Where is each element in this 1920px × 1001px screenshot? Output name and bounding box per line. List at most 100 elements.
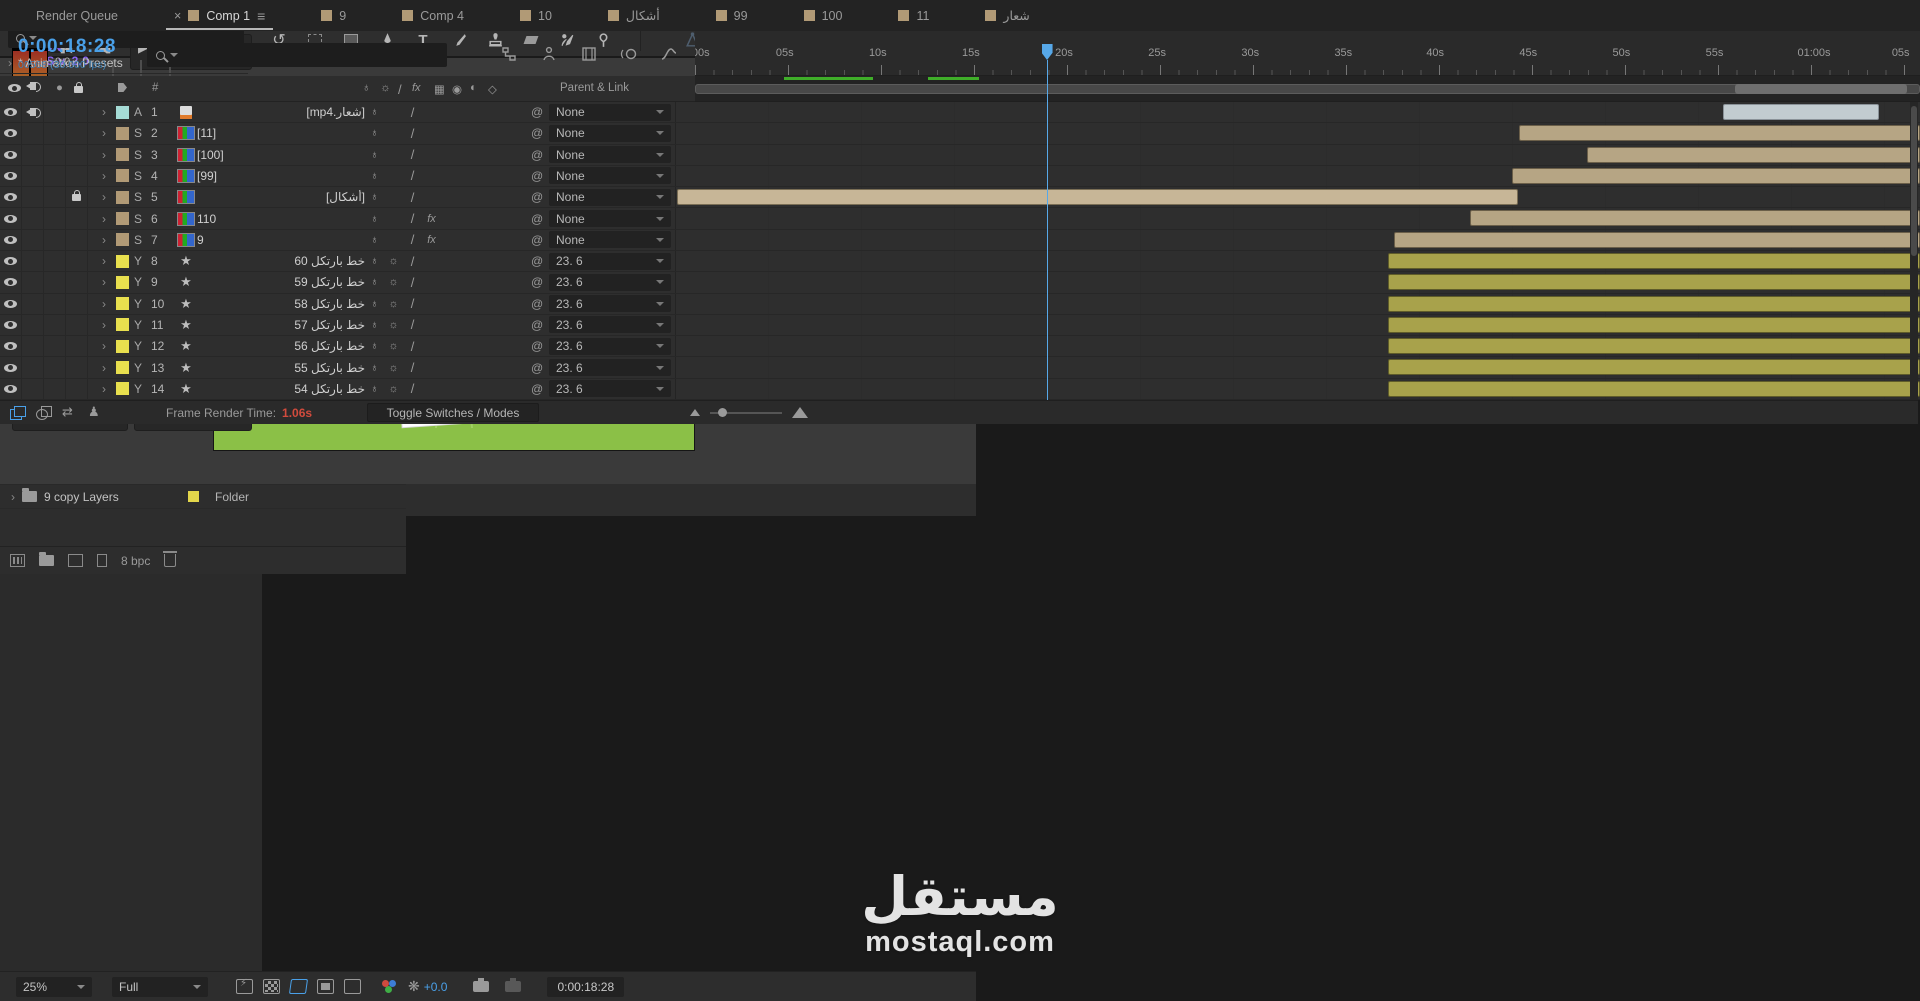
expand-chevron[interactable]	[96, 318, 112, 332]
timeline-tab[interactable]: Comp 4	[402, 0, 464, 31]
label-swatch[interactable]	[188, 491, 199, 502]
label-swatch[interactable]	[116, 233, 129, 247]
collapse-icon[interactable]	[365, 298, 384, 310]
shy-icon[interactable]	[384, 276, 403, 288]
parent-dropdown[interactable]: 23. 6	[549, 316, 671, 334]
threed-column-icon[interactable]: ◇	[488, 82, 497, 96]
collapse-icon[interactable]	[365, 383, 384, 395]
quality-icon[interactable]	[403, 254, 422, 269]
resolution-dropdown[interactable]: Full	[112, 976, 208, 997]
parent-dropdown[interactable]: 23. 6	[549, 273, 671, 291]
collapse-icon[interactable]	[365, 127, 384, 139]
collapse-icon[interactable]	[365, 170, 384, 182]
layer-duration-bar[interactable]	[1519, 125, 1920, 142]
layer-name[interactable]: [أشكال]	[197, 190, 365, 204]
collapse-icon[interactable]	[365, 106, 384, 118]
layer-name[interactable]: خط بارتكل 54	[197, 382, 365, 396]
playhead-line[interactable]	[1046, 60, 1049, 400]
pickwhip-icon[interactable]	[531, 361, 549, 375]
layer-name[interactable]: خط بارتكل 55	[197, 361, 365, 375]
collapse-icon[interactable]	[365, 340, 384, 352]
layer-name[interactable]: 110	[197, 212, 365, 226]
quality-icon[interactable]	[403, 105, 422, 120]
close-icon[interactable]	[174, 9, 181, 23]
table-row[interactable]: A 1 [شعار.mp4] None	[0, 102, 1920, 124]
auto-keyframe-icon[interactable]	[62, 404, 78, 420]
composition-flowchart-icon[interactable]	[500, 45, 518, 63]
layer-duration-bar[interactable]	[1723, 104, 1879, 120]
timeline-tab[interactable]: 99	[715, 0, 748, 31]
parent-dropdown[interactable]: None	[549, 231, 671, 249]
eye-icon[interactable]	[4, 278, 17, 287]
label-swatch[interactable]	[116, 318, 129, 332]
layer-duration-bar[interactable]	[1387, 380, 1920, 397]
pickwhip-icon[interactable]	[531, 105, 549, 119]
shy-icon[interactable]	[384, 298, 403, 310]
label-swatch[interactable]	[116, 212, 129, 226]
shy-icon[interactable]	[384, 340, 403, 352]
expand-chevron[interactable]	[96, 105, 112, 119]
collapse-icon[interactable]	[365, 213, 384, 225]
mask-visibility-icon[interactable]	[317, 979, 334, 994]
eye-icon[interactable]	[4, 108, 17, 117]
table-row[interactable]: Y 9 خط بارتكل 59 23. 6	[0, 272, 1920, 294]
tag-icon[interactable]	[118, 83, 127, 95]
adjustment-column-icon[interactable]: ◐	[470, 82, 477, 94]
project-bit-depth[interactable]: 8 bpc	[121, 554, 150, 568]
eye-icon[interactable]	[4, 363, 17, 372]
label-swatch[interactable]	[116, 254, 129, 268]
eye-icon[interactable]	[4, 320, 17, 329]
layer-name[interactable]: خط بارتكل 57	[197, 318, 365, 332]
zoom-in-icon[interactable]	[792, 407, 808, 418]
layer-duration-bar[interactable]	[1387, 274, 1920, 291]
current-time-display[interactable]: 0:00:18:28	[18, 36, 116, 58]
table-row[interactable]: S 7 9 None	[0, 229, 1920, 251]
lock-column-icon[interactable]	[74, 82, 83, 96]
layer-duration-bar[interactable]	[1469, 210, 1920, 227]
layer-duration-bar[interactable]	[1387, 252, 1920, 269]
quality-icon[interactable]	[403, 381, 422, 396]
navigator-view-segment[interactable]	[1735, 84, 1907, 94]
shy-icon[interactable]	[384, 319, 403, 331]
eye-icon[interactable]	[4, 342, 17, 351]
label-swatch[interactable]	[116, 190, 129, 204]
parent-dropdown[interactable]: 23. 6	[549, 252, 671, 270]
table-row[interactable]: Y 11 خط بارتكل 57 23. 6	[0, 314, 1920, 337]
collapse-icon[interactable]	[365, 362, 384, 374]
expand-chevron[interactable]	[96, 126, 112, 140]
pickwhip-icon[interactable]	[531, 126, 549, 140]
parent-dropdown[interactable]: None	[549, 103, 671, 121]
label-swatch[interactable]	[116, 105, 129, 119]
expand-chevron[interactable]	[96, 233, 112, 247]
zoom-out-icon[interactable]	[690, 409, 700, 416]
shy-layers-icon[interactable]	[540, 45, 558, 63]
pickwhip-icon[interactable]	[531, 190, 549, 204]
shy-icon[interactable]	[88, 404, 104, 420]
solo-column-icon[interactable]: ●	[56, 82, 63, 94]
expand-chevron[interactable]	[96, 275, 112, 289]
parent-dropdown[interactable]: None	[549, 124, 671, 142]
table-row[interactable]: S 2 [11] None	[0, 123, 1920, 145]
interpret-footage-icon[interactable]	[10, 554, 25, 567]
shy-icon[interactable]	[384, 255, 403, 267]
eye-icon[interactable]	[4, 384, 17, 393]
timeline-tab[interactable]: Render Queue	[36, 0, 118, 31]
snapshot-icon[interactable]	[473, 978, 490, 992]
collapse-icon[interactable]	[365, 234, 384, 246]
shy-icon[interactable]	[384, 383, 403, 395]
label-swatch[interactable]	[116, 275, 129, 289]
pickwhip-icon[interactable]	[531, 254, 549, 268]
quality-column-icon[interactable]	[398, 82, 402, 97]
fx-column-icon[interactable]	[412, 82, 421, 94]
parent-dropdown[interactable]: None	[549, 146, 671, 164]
parent-dropdown[interactable]: 23. 6	[549, 337, 671, 355]
table-row[interactable]: S 6 110 None	[0, 208, 1920, 230]
timeline-tab[interactable]: 100	[803, 0, 842, 31]
quality-icon[interactable]	[403, 360, 422, 375]
parent-dropdown[interactable]: None	[549, 210, 671, 228]
pickwhip-icon[interactable]	[531, 339, 549, 353]
exposure-value[interactable]: +0.0	[424, 980, 448, 994]
collapse-icon[interactable]	[365, 191, 384, 203]
new-folder-icon[interactable]	[39, 552, 54, 566]
fx-icon[interactable]	[422, 213, 441, 225]
